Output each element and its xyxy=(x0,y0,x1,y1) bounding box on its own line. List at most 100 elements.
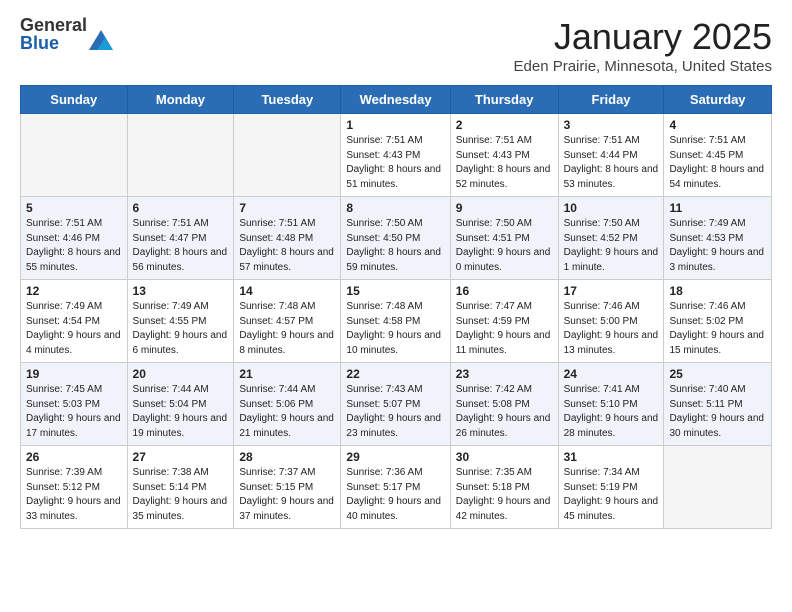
logo: General Blue xyxy=(20,16,113,52)
calendar-cell: 25 Sunrise: 7:40 AMSunset: 5:11 PMDayligh… xyxy=(664,363,772,446)
title-block: January 2025 Eden Prairie, Minnesota, Un… xyxy=(514,16,772,75)
day-number: 25 xyxy=(669,367,766,381)
day-info: Sunrise: 7:50 AMSunset: 4:52 PMDaylight:… xyxy=(564,217,659,275)
calendar-cell: 24 Sunrise: 7:41 AMSunset: 5:10 PMDayligh… xyxy=(558,363,664,446)
day-number: 31 xyxy=(564,450,659,464)
col-header-sunday: Sunday xyxy=(21,86,128,114)
location-title: Eden Prairie, Minnesota, United States xyxy=(514,58,772,75)
calendar-cell: 13Sunrise: 7:49 AMSunset: 4:55 PMDayligh… xyxy=(127,280,234,363)
calendar-cell: 14Sunrise: 7:48 AMSunset: 4:57 PMDayligh… xyxy=(234,280,341,363)
calendar-cell: 23 Sunrise: 7:42 AMSunset: 5:08 PMDayligh… xyxy=(450,363,558,446)
calendar-cell: 17Sunrise: 7:46 AMSunset: 5:00 PMDayligh… xyxy=(558,280,664,363)
day-number: 14 xyxy=(239,284,335,298)
day-info: Sunrise: 7:44 AMSunset: 5:06 PMDaylight:… xyxy=(239,383,335,441)
day-number: 27 xyxy=(133,450,229,464)
day-info: Sunrise: 7:42 AMSunset: 5:08 PMDaylight:… xyxy=(456,383,553,441)
calendar-cell: 20 Sunrise: 7:44 AMSunset: 5:04 PMDayligh… xyxy=(127,363,234,446)
calendar-cell: 21 Sunrise: 7:44 AMSunset: 5:06 PMDayligh… xyxy=(234,363,341,446)
calendar-cell: 5Sunrise: 7:51 AMSunset: 4:46 PMDaylight… xyxy=(21,197,128,280)
day-number: 1 xyxy=(346,118,444,132)
day-number: 2 xyxy=(456,118,553,132)
day-number: 4 xyxy=(669,118,766,132)
month-title: January 2025 xyxy=(514,16,772,58)
calendar-cell: 15 Sunrise: 7:48 AMSunset: 4:58 PMDayligh… xyxy=(341,280,450,363)
col-header-friday: Friday xyxy=(558,86,664,114)
day-info: Sunrise: 7:49 AMSunset: 4:53 PMDaylight:… xyxy=(669,217,766,275)
day-info: Sunrise: 7:51 AMSunset: 4:43 PMDaylight:… xyxy=(456,134,553,192)
day-number: 30 xyxy=(456,450,553,464)
calendar-cell: 26 Sunrise: 7:39 AMSunset: 5:12 PMDayligh… xyxy=(21,446,128,529)
day-number: 22 xyxy=(346,367,444,381)
day-info: Sunrise: 7:40 AMSunset: 5:11 PMDaylight:… xyxy=(669,383,766,441)
logo-icon xyxy=(89,30,113,50)
week-row: 19Sunrise: 7:45 AMSunset: 5:03 PMDayligh… xyxy=(21,363,772,446)
day-number: 18 xyxy=(669,284,766,298)
day-info: Sunrise: 7:46 AMSunset: 5:00 PMDaylight:… xyxy=(564,300,659,358)
calendar-cell xyxy=(127,114,234,197)
day-number: 7 xyxy=(239,201,335,215)
day-number: 9 xyxy=(456,201,553,215)
calendar-table: SundayMondayTuesdayWednesdayThursdayFrid… xyxy=(20,85,772,529)
col-header-thursday: Thursday xyxy=(450,86,558,114)
day-info: Sunrise: 7:39 AMSunset: 5:12 PMDaylight:… xyxy=(26,466,122,524)
day-number: 15 xyxy=(346,284,444,298)
day-number: 23 xyxy=(456,367,553,381)
col-header-monday: Monday xyxy=(127,86,234,114)
day-info: Sunrise: 7:49 AMSunset: 4:54 PMDaylight:… xyxy=(26,300,122,358)
day-number: 16 xyxy=(456,284,553,298)
day-info: Sunrise: 7:41 AMSunset: 5:10 PMDaylight:… xyxy=(564,383,659,441)
calendar-cell: 22Sunrise: 7:43 AMSunset: 5:07 PMDayligh… xyxy=(341,363,450,446)
calendar-cell: 28 Sunrise: 7:37 AMSunset: 5:15 PMDayligh… xyxy=(234,446,341,529)
calendar-cell: 1 Sunrise: 7:51 AMSunset: 4:43 PMDaylight… xyxy=(341,114,450,197)
day-number: 20 xyxy=(133,367,229,381)
day-info: Sunrise: 7:48 AMSunset: 4:58 PMDaylight:… xyxy=(346,300,444,358)
day-info: Sunrise: 7:44 AMSunset: 5:04 PMDaylight:… xyxy=(133,383,229,441)
col-header-wednesday: Wednesday xyxy=(341,86,450,114)
week-row: 1 Sunrise: 7:51 AMSunset: 4:43 PMDaylight… xyxy=(21,114,772,197)
calendar-cell: 6 Sunrise: 7:51 AMSunset: 4:47 PMDaylight… xyxy=(127,197,234,280)
logo-general-text: General xyxy=(20,16,87,34)
calendar-cell: 12Sunrise: 7:49 AMSunset: 4:54 PMDayligh… xyxy=(21,280,128,363)
calendar-cell xyxy=(664,446,772,529)
calendar-cell: 9 Sunrise: 7:50 AMSunset: 4:51 PMDaylight… xyxy=(450,197,558,280)
day-info: Sunrise: 7:51 AMSunset: 4:46 PMDaylight:… xyxy=(26,217,122,275)
day-info: Sunrise: 7:51 AMSunset: 4:47 PMDaylight:… xyxy=(133,217,229,275)
day-number: 26 xyxy=(26,450,122,464)
day-info: Sunrise: 7:51 AMSunset: 4:44 PMDaylight:… xyxy=(564,134,659,192)
calendar-cell: 31Sunrise: 7:34 AMSunset: 5:19 PMDayligh… xyxy=(558,446,664,529)
day-number: 8 xyxy=(346,201,444,215)
day-info: Sunrise: 7:37 AMSunset: 5:15 PMDaylight:… xyxy=(239,466,335,524)
day-number: 21 xyxy=(239,367,335,381)
calendar-cell: 8 Sunrise: 7:50 AMSunset: 4:50 PMDaylight… xyxy=(341,197,450,280)
calendar-cell: 16Sunrise: 7:47 AMSunset: 4:59 PMDayligh… xyxy=(450,280,558,363)
calendar-cell: 11 Sunrise: 7:49 AMSunset: 4:53 PMDayligh… xyxy=(664,197,772,280)
day-number: 10 xyxy=(564,201,659,215)
header-row: SundayMondayTuesdayWednesdayThursdayFrid… xyxy=(21,86,772,114)
day-number: 11 xyxy=(669,201,766,215)
calendar-cell: 19Sunrise: 7:45 AMSunset: 5:03 PMDayligh… xyxy=(21,363,128,446)
day-number: 29 xyxy=(346,450,444,464)
day-number: 3 xyxy=(564,118,659,132)
calendar-cell: 18 Sunrise: 7:46 AMSunset: 5:02 PMDayligh… xyxy=(664,280,772,363)
week-row: 5Sunrise: 7:51 AMSunset: 4:46 PMDaylight… xyxy=(21,197,772,280)
day-number: 28 xyxy=(239,450,335,464)
col-header-saturday: Saturday xyxy=(664,86,772,114)
calendar-cell: 4 Sunrise: 7:51 AMSunset: 4:45 PMDaylight… xyxy=(664,114,772,197)
day-info: Sunrise: 7:50 AMSunset: 4:50 PMDaylight:… xyxy=(346,217,444,275)
day-number: 19 xyxy=(26,367,122,381)
week-row: 26 Sunrise: 7:39 AMSunset: 5:12 PMDayligh… xyxy=(21,446,772,529)
day-info: Sunrise: 7:51 AMSunset: 4:45 PMDaylight:… xyxy=(669,134,766,192)
calendar-cell: 30Sunrise: 7:35 AMSunset: 5:18 PMDayligh… xyxy=(450,446,558,529)
day-number: 24 xyxy=(564,367,659,381)
calendar-cell: 29 Sunrise: 7:36 AMSunset: 5:17 PMDayligh… xyxy=(341,446,450,529)
day-info: Sunrise: 7:36 AMSunset: 5:17 PMDaylight:… xyxy=(346,466,444,524)
day-number: 6 xyxy=(133,201,229,215)
day-info: Sunrise: 7:51 AMSunset: 4:43 PMDaylight:… xyxy=(346,134,444,192)
calendar-cell xyxy=(21,114,128,197)
day-info: Sunrise: 7:51 AMSunset: 4:48 PMDaylight:… xyxy=(239,217,335,275)
calendar-cell: 3 Sunrise: 7:51 AMSunset: 4:44 PMDaylight… xyxy=(558,114,664,197)
day-info: Sunrise: 7:46 AMSunset: 5:02 PMDaylight:… xyxy=(669,300,766,358)
header: General Blue January 2025 Eden Prairie, … xyxy=(20,16,772,75)
logo-blue-text: Blue xyxy=(20,34,87,52)
day-info: Sunrise: 7:50 AMSunset: 4:51 PMDaylight:… xyxy=(456,217,553,275)
